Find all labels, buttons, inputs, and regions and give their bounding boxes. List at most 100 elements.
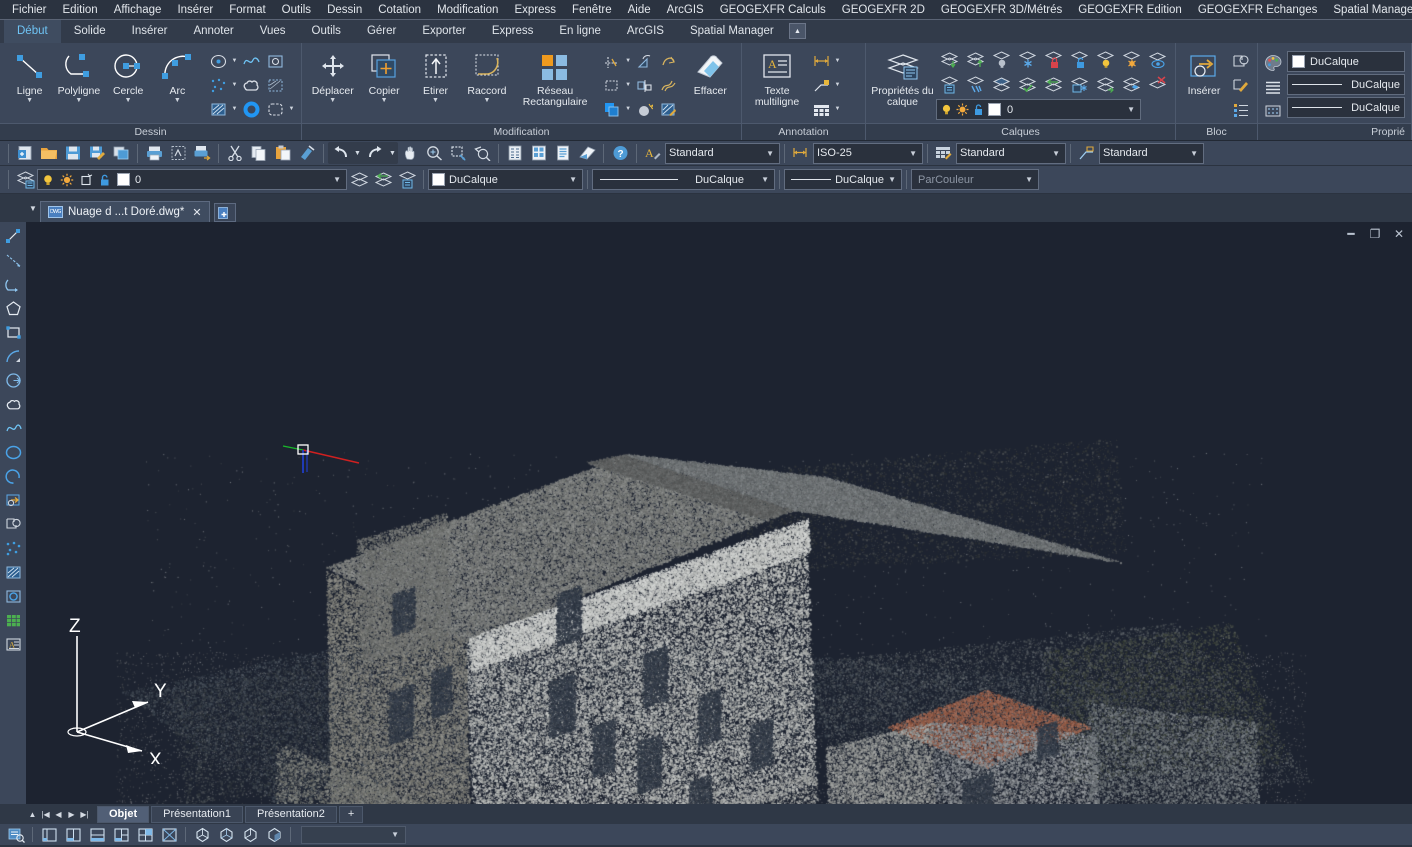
spline-icon[interactable] — [1, 416, 25, 440]
annotation-scale-combo[interactable]: ▼ — [301, 825, 406, 844]
layer-match-icon[interactable] — [962, 47, 988, 72]
mtext-icon[interactable]: A — [1, 632, 25, 656]
chevron-down-icon[interactable]: ▼ — [287, 106, 296, 112]
ribbon-tab-solide[interactable]: Solide — [61, 20, 119, 43]
chevron-down-icon[interactable]: ▼ — [329, 97, 336, 105]
table-style-icon[interactable] — [932, 142, 956, 164]
block-edit-icon[interactable] — [1228, 74, 1252, 97]
polyline-arc-icon[interactable] — [1, 272, 25, 296]
visual-style-3dwire-icon[interactable] — [214, 825, 238, 844]
chevron-down-icon[interactable]: ▼ — [1052, 149, 1062, 158]
block-insert-button[interactable]: Insérer — [1181, 47, 1227, 97]
chevron-down-icon[interactable]: ▼ — [761, 175, 771, 184]
edit-hatch-icon[interactable] — [657, 98, 681, 121]
chevron-down-icon[interactable]: ▼ — [391, 830, 401, 839]
leader-icon[interactable] — [809, 74, 833, 97]
point-icon[interactable] — [1, 536, 25, 560]
layer-merge-icon[interactable] — [988, 72, 1014, 97]
ribbon-tab-express[interactable]: Express — [479, 20, 547, 43]
block-create-icon[interactable] — [1, 512, 25, 536]
unlock-icon[interactable] — [972, 103, 985, 116]
text-style-icon[interactable]: A — [641, 142, 665, 164]
layer-make-current-icon[interactable] — [936, 47, 962, 72]
chevron-down-icon[interactable]: ▼ — [26, 196, 40, 222]
hatch-icon[interactable] — [206, 98, 230, 121]
menu-item-dessin[interactable]: Dessin — [319, 0, 370, 20]
layer-off-icon[interactable] — [988, 47, 1014, 72]
chevron-up-icon[interactable]: ▲ — [789, 23, 806, 39]
zoom-previous-icon[interactable] — [470, 142, 494, 164]
layout-tab-objet[interactable]: Objet — [97, 805, 150, 823]
chevron-down-icon[interactable]: ▼ — [888, 175, 898, 184]
ribbon-tab-annoter[interactable]: Annoter — [180, 20, 246, 43]
circle-icon[interactable] — [1, 368, 25, 392]
menu-item-inserer[interactable]: Insérer — [169, 0, 221, 20]
zoom-window-icon[interactable] — [446, 142, 470, 164]
lineweight-combo[interactable]: DuCalque ▼ — [784, 169, 902, 190]
viewport-single-icon[interactable] — [37, 825, 61, 844]
viewport-2h-icon[interactable] — [85, 825, 109, 844]
ribbon-tab-spatial-manager[interactable]: Spatial Manager — [677, 20, 787, 43]
undo-icon[interactable] — [328, 142, 352, 164]
ribbon-tab-en-ligne[interactable]: En ligne — [546, 20, 614, 43]
restore-icon[interactable]: ❐ — [1368, 227, 1382, 241]
sun-freeze-icon[interactable] — [956, 103, 969, 116]
new-tab-icon[interactable] — [213, 203, 236, 222]
plot-icon[interactable] — [142, 142, 166, 164]
layer-walk-icon[interactable] — [962, 72, 988, 97]
point-cloud-content[interactable] — [26, 222, 1412, 804]
block-insert-icon[interactable] — [1, 488, 25, 512]
annotation-mtext-button[interactable]: A Texte multiligne — [747, 47, 807, 108]
chevron-down-icon[interactable]: ▼ — [125, 97, 132, 105]
redo-dropdown-icon[interactable]: ▼ — [387, 142, 398, 164]
tool-palettes-icon[interactable] — [551, 142, 575, 164]
plotstyle-combo[interactable]: ParCouleur ▼ — [911, 169, 1039, 190]
layer-combo[interactable]: 0 ▼ — [37, 169, 347, 190]
next-icon[interactable]: ▶ — [65, 810, 78, 819]
ribbon-tab-arcgis[interactable]: ArcGIS — [614, 20, 677, 43]
ribbon-tab-vues[interactable]: Vues — [247, 20, 299, 43]
region-icon[interactable] — [263, 98, 287, 121]
last-icon[interactable]: ▶| — [78, 810, 91, 819]
hatch-icon[interactable] — [1, 560, 25, 584]
visual-style-shaded-icon[interactable] — [262, 825, 286, 844]
linetype-combo[interactable]: DuCalque ▼ — [592, 169, 775, 190]
menu-item-geogexfr-2d[interactable]: GEOGEXFR 2D — [834, 0, 933, 20]
chevron-down-icon[interactable]: ▼ — [333, 175, 343, 184]
linetype-property-field[interactable]: DuCalque — [1287, 74, 1405, 95]
layer-copy-objects-icon[interactable] — [1040, 72, 1066, 97]
first-icon[interactable]: |◀ — [39, 810, 52, 819]
dimension-linear-icon[interactable] — [809, 50, 833, 73]
modify-stretch-button[interactable]: Etirer ▼ — [410, 47, 461, 105]
menu-item-fenetre[interactable]: Fenêtre — [564, 0, 620, 20]
chevron-down-icon[interactable]: ▼ — [569, 175, 579, 184]
chevron-down-icon[interactable]: ▼ — [909, 149, 919, 158]
lineweight-property-field[interactable]: DuCalque — [1287, 97, 1405, 118]
layout-tab-presentation2[interactable]: Présentation2 — [245, 805, 337, 823]
chevron-down-icon[interactable]: ▼ — [833, 82, 842, 88]
property-lineweight-row[interactable]: DuCalque — [1287, 97, 1405, 118]
chevron-down-icon[interactable]: ▼ — [75, 97, 82, 105]
layer-states-icon[interactable] — [1118, 72, 1144, 97]
layer-isolate-icon[interactable] — [1144, 47, 1170, 72]
lineweight-icon[interactable] — [1264, 100, 1282, 121]
color-combo[interactable]: DuCalque ▼ — [428, 169, 583, 190]
layer-turn-on-icon[interactable] — [1092, 47, 1118, 72]
add-layout-button[interactable]: + — [338, 805, 364, 823]
arc-icon[interactable] — [1, 344, 25, 368]
menu-item-express[interactable]: Express — [506, 0, 564, 20]
hatch-gradient-icon[interactable] — [263, 74, 287, 97]
dimension-style-combo[interactable]: ISO-25 ▼ — [813, 142, 923, 164]
line-icon[interactable] — [1, 224, 25, 248]
collapse-icon[interactable]: ▲ — [26, 810, 39, 819]
ribbon-tab-exporter[interactable]: Exporter — [409, 20, 478, 43]
chevron-down-icon[interactable]: ▼ — [230, 82, 239, 88]
chevron-down-icon[interactable]: ▼ — [624, 82, 633, 88]
menu-item-aide[interactable]: Aide — [620, 0, 659, 20]
redo-icon[interactable] — [363, 142, 387, 164]
viewport-custom-icon[interactable] — [157, 825, 181, 844]
offset-icon[interactable] — [657, 74, 681, 97]
modify-fillet-button[interactable]: Raccord ▼ — [461, 47, 512, 105]
chevron-down-icon[interactable]: ▼ — [1025, 175, 1035, 184]
chevron-down-icon[interactable]: ▼ — [381, 97, 388, 105]
